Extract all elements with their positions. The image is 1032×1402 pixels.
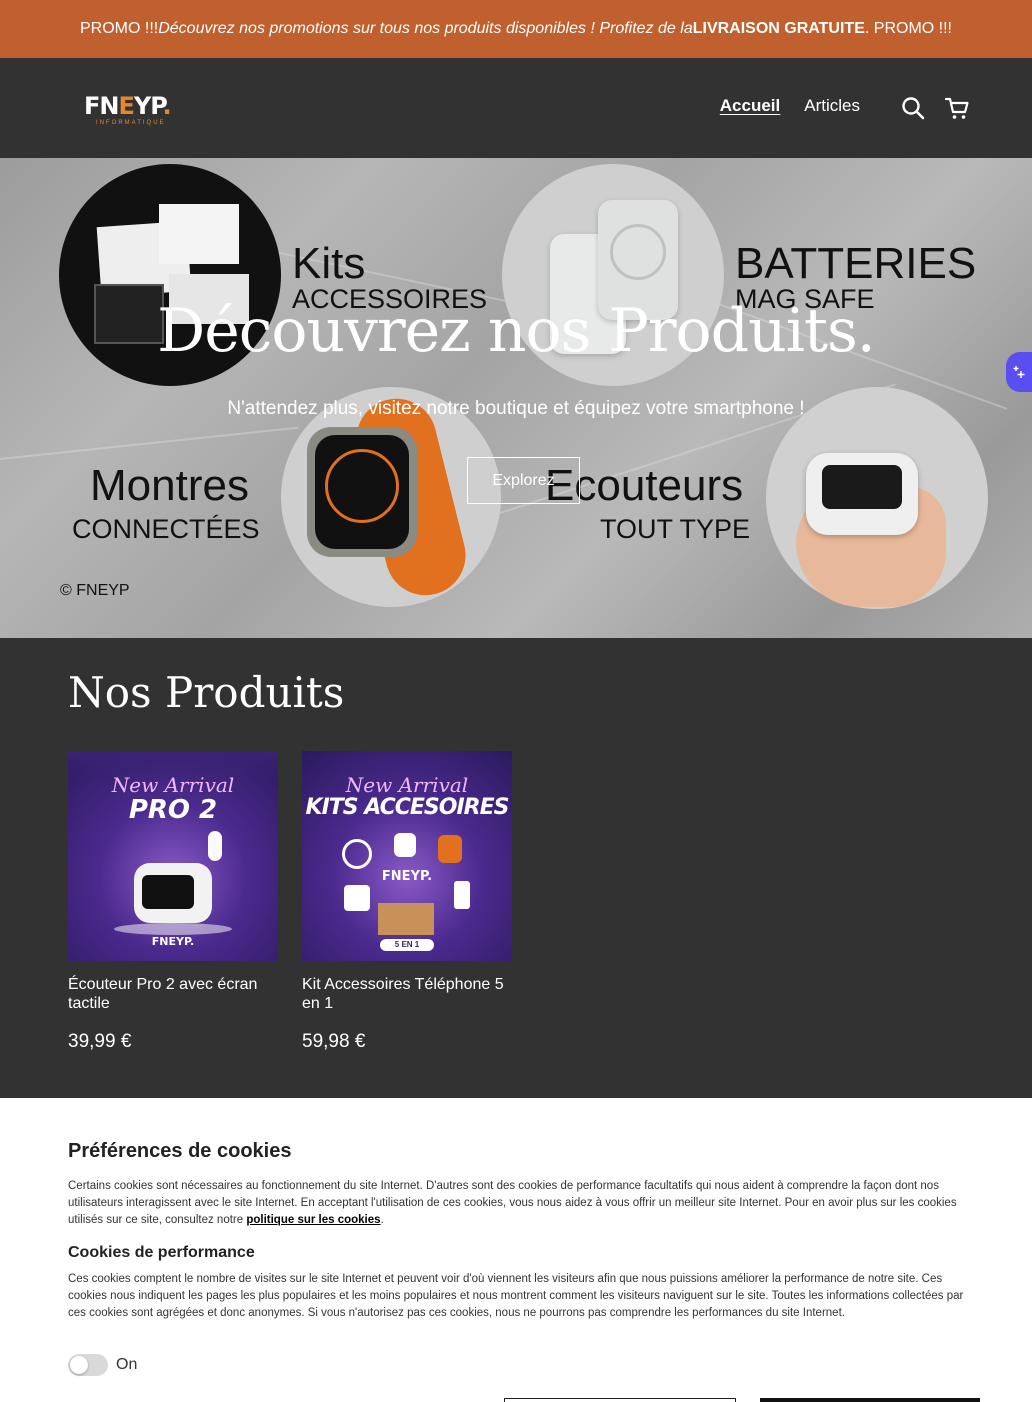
cookie-policy-link[interactable]: politique sur les cookies [246,1214,380,1226]
product-image-badge: 5 EN 1 [380,939,434,951]
product-name[interactable]: Kit Accessoires Téléphone 5 en 1 [302,975,512,1013]
product-price: 59,98 € [302,1031,366,1052]
promo-suffix: . PROMO !!! [864,20,952,37]
product-image-logo: FNEYP. [381,869,433,884]
cookie-intro: Certains cookies sont nécessaires au fon… [68,1180,957,1226]
cookie-intro-text: Certains cookies sont nécessaires au fon… [68,1178,980,1229]
hero-copyright: © FNEYP [60,582,130,599]
main-nav: Accueil Articles [720,96,860,116]
product-image-logo: FNEYP. [151,935,195,948]
logo-text: FNEYP. [84,92,172,120]
promo-banner: PROMO !!! Découvrez nos promotions sur t… [0,0,1032,58]
product-image-tagline: New Arrival [111,773,235,797]
search-icon[interactable] [900,95,926,121]
product-image-tagline: New Arrival [345,773,469,797]
earbuds-product-image [766,387,988,609]
assistant-widget[interactable] [1006,352,1032,392]
performance-cookies-text: Ces cookies comptent le nombre de visite… [68,1273,964,1319]
cookie-intro-end: . [380,1214,384,1226]
promo-italic: Découvrez nos promotions sur tous nos pr… [158,20,693,37]
cart-icon[interactable] [944,95,970,121]
nav-link-accueil[interactable]: Accueil [720,96,780,116]
deco-kits: Kits [292,239,366,288]
marble-vein [0,426,299,460]
product-price: 39,99 € [68,1031,132,1052]
toggle-label: On [116,1356,138,1373]
performance-cookies-title: Cookies de performance [68,1244,255,1261]
nav-link-articles[interactable]: Articles [804,96,860,116]
cookie-secondary-button[interactable] [504,1398,736,1402]
promo-prefix: PROMO !!! [79,20,159,37]
product-image[interactable]: New Arrival PRO 2 FNEYP. [68,751,278,961]
performance-cookies-toggle[interactable] [68,1354,108,1376]
toggle-knob [70,1356,88,1374]
product-card[interactable]: New Arrival PRO 2 FNEYP. Écouteur Pro 2 … [68,751,278,1053]
deco-montres: Montres [90,461,249,510]
products-section: Nos Produits New Arrival PRO 2 FNEYP. Éc… [0,638,1032,1098]
product-name[interactable]: Écouteur Pro 2 avec écran tactile [68,975,278,1013]
deco-tout-type: TOUT TYPE [600,514,751,544]
sparkle-icon [1013,366,1025,378]
product-image-title: KITS ACCESOIRES [305,795,510,820]
promo-bold: LIVRAISON GRATUITE [692,20,865,37]
products-title: Nos Produits [68,668,345,717]
explore-button[interactable]: Explorez [467,457,580,504]
site-logo[interactable]: FNEYP. INFORMATIQUE [84,94,180,134]
product-image[interactable]: New Arrival KITS ACCESOIRES FNEYP. 5 EN … [302,751,512,961]
deco-batteries: BATTERIES [735,239,977,288]
cookie-preferences-panel: Préférences de cookies Certains cookies … [0,1098,1032,1402]
product-card[interactable]: New Arrival KITS ACCESOIRES FNEYP. 5 EN … [302,751,512,1053]
hero-title: Découvrez nos Produits. [157,296,876,366]
product-image-title: PRO 2 [128,795,218,825]
cookie-primary-button[interactable] [760,1398,980,1402]
cookie-title: Préférences de cookies [68,1140,292,1162]
hero-banner: Kits ACCESSOIRES BATTERIES MAG SAFE Mont… [0,158,1032,638]
site-header: FNEYP. INFORMATIQUE Accueil Articles [0,58,1032,158]
deco-connectees: CONNECTÉES [72,514,260,544]
logo-subtitle: INFORMATIQUE [96,120,166,126]
hero-subtitle: N'attendez plus, visitez notre boutique … [227,398,805,419]
